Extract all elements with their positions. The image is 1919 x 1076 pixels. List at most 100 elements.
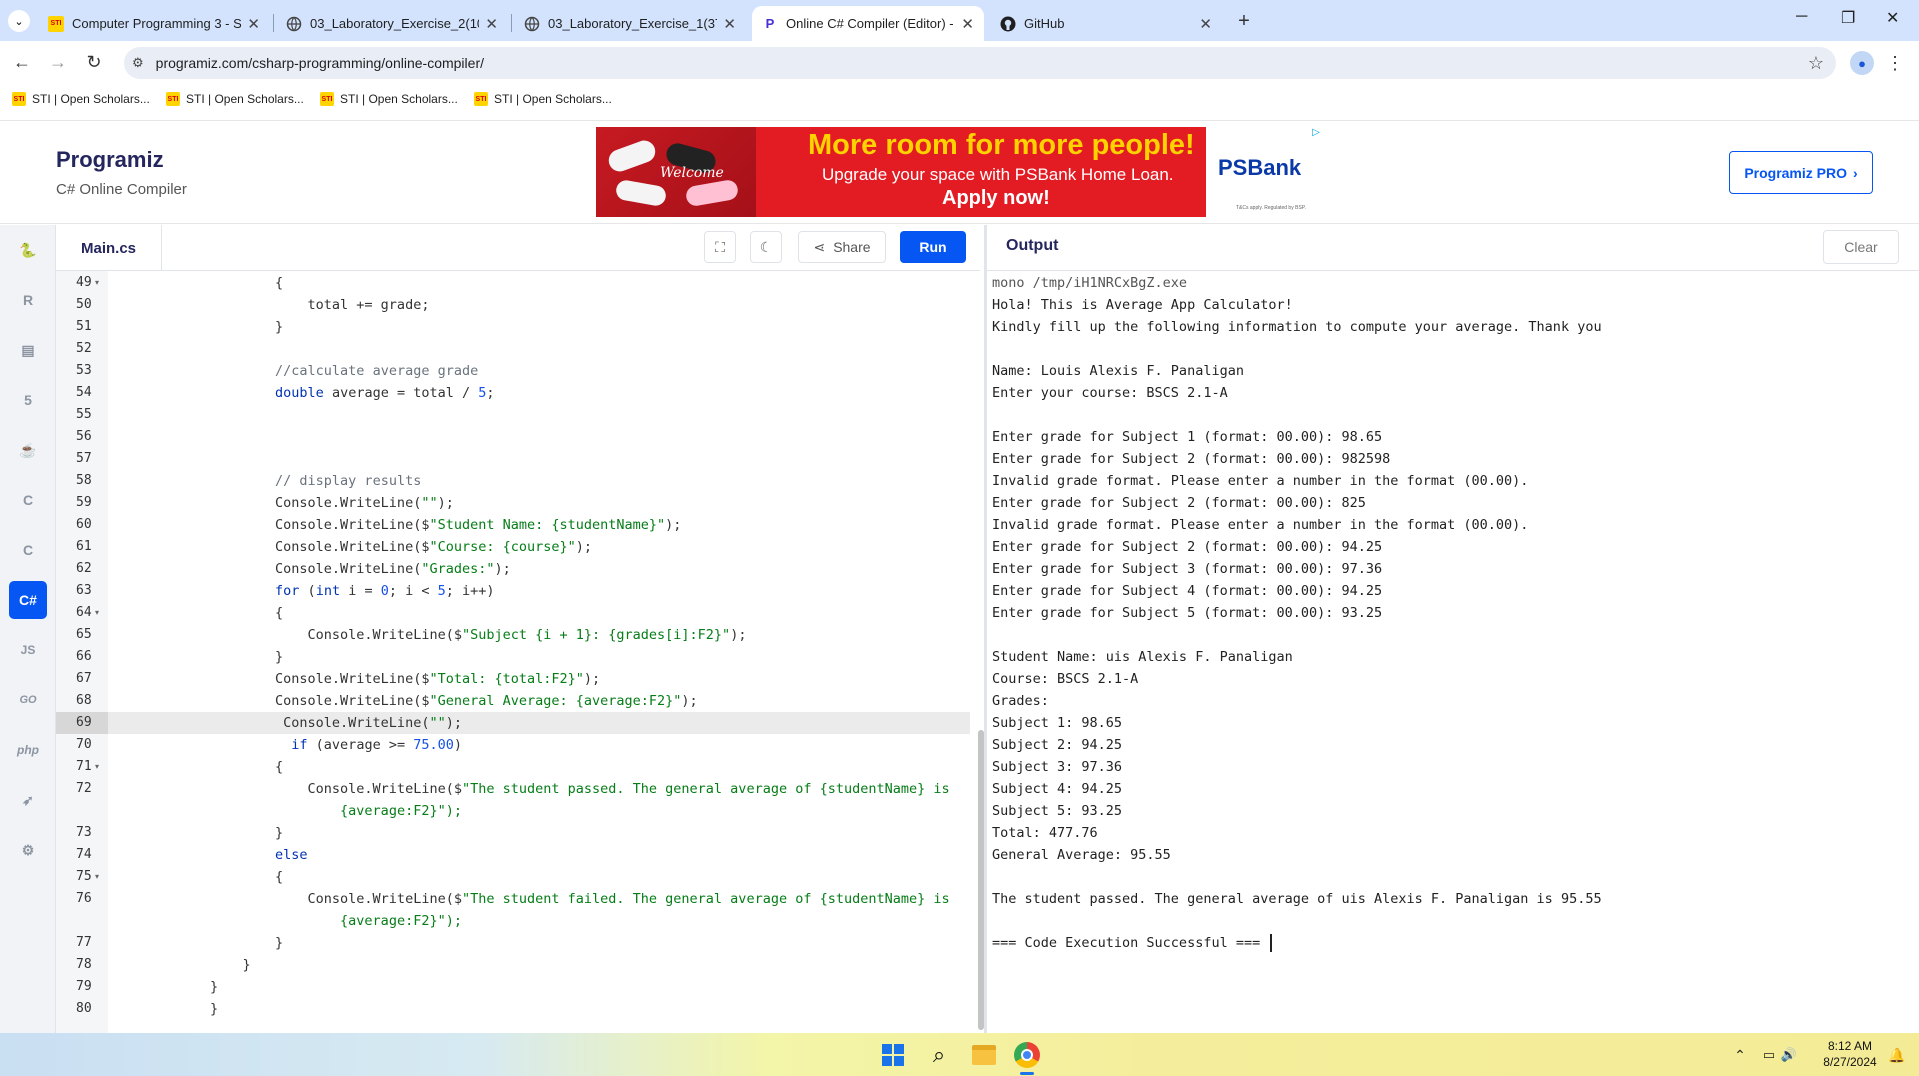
show-hidden-icons-chevron[interactable]: ⌃ [1732, 1045, 1748, 1065]
tab-search-button[interactable]: ⌄ [8, 10, 30, 32]
close-tab-icon[interactable]: ✕ [961, 15, 974, 33]
tab-title: 03_Laboratory_Exercise_1(37).p [548, 16, 717, 31]
fold-arrow-icon[interactable]: ▾ [95, 872, 99, 881]
go-lang-icon[interactable]: GO [9, 681, 47, 719]
code-line[interactable]: Console.WriteLine("Grades:"); [210, 558, 511, 580]
java-icon[interactable]: ☕ [9, 431, 47, 469]
fold-arrow-icon[interactable]: ▾ [95, 762, 99, 771]
new-tab-button[interactable]: + [1232, 9, 1256, 33]
code-line[interactable]: double average = total / 5; [210, 382, 495, 404]
search-icon[interactable]: ⌕ [926, 1042, 952, 1067]
code-line[interactable]: Console.WriteLine($"Subject {i + 1}: {gr… [210, 624, 747, 646]
url-bar[interactable]: ⚙ programiz.com/csharp-programming/onlin… [124, 47, 1836, 79]
browser-tab[interactable]: GitHub ✕ [990, 6, 1222, 41]
swift-icon[interactable]: ➶ [9, 781, 47, 819]
bookmark-item[interactable]: STI STI | Open Scholars... [474, 83, 612, 115]
dark-mode-toggle[interactable]: ☾ [750, 231, 782, 263]
python-icon[interactable]: 🐍 [9, 231, 47, 269]
close-tab-icon[interactable]: ✕ [485, 15, 498, 33]
programiz-logo[interactable]: Programiz [56, 147, 164, 173]
code-line[interactable]: {average:F2}"); [210, 910, 462, 932]
file-tab-main[interactable]: Main.cs [56, 225, 162, 271]
code-line[interactable]: { [210, 602, 283, 624]
code-line[interactable]: { [210, 866, 283, 888]
browser-tab[interactable]: 03_Laboratory_Exercise_1(37).p ✕ [514, 6, 746, 41]
minimize-icon[interactable]: ─ [1796, 8, 1807, 26]
code-line[interactable]: } [210, 976, 218, 998]
line-number: 71 [76, 759, 92, 774]
c-lang-icon[interactable]: C [9, 481, 47, 519]
browser-tab-active[interactable]: P Online C# Compiler (Editor) - P ✕ [752, 6, 984, 41]
close-tab-icon[interactable]: ✕ [247, 15, 260, 33]
reload-icon[interactable]: ↻ [82, 51, 106, 73]
ad-subline: Upgrade your space with PSBank Home Loan… [822, 165, 1174, 184]
cpp-lang-icon[interactable]: C [9, 531, 47, 569]
code-line[interactable]: } [210, 954, 251, 976]
code-line[interactable]: Console.WriteLine($"The student passed. … [210, 778, 950, 800]
close-tab-icon[interactable]: ✕ [1199, 15, 1212, 33]
restore-icon[interactable]: ❐ [1841, 8, 1855, 28]
browser-tab[interactable]: 03_Laboratory_Exercise_2(10).p ✕ [276, 6, 508, 41]
advertisement-banner[interactable]: Welcome More room for more people! Upgra… [596, 127, 1324, 217]
notification-bell-icon[interactable]: 🔔 [1888, 1045, 1906, 1065]
code-line[interactable]: Console.WriteLine($"Course: {course}"); [210, 536, 592, 558]
close-tab-icon[interactable]: ✕ [723, 15, 736, 33]
fold-arrow-icon[interactable]: ▾ [95, 608, 99, 617]
network-icon[interactable]: ▭ [1760, 1045, 1778, 1065]
code-line[interactable]: total += grade; [210, 294, 430, 316]
code-line[interactable]: Console.WriteLine($"The student failed. … [210, 888, 950, 910]
rust-icon[interactable]: ⚙ [9, 831, 47, 869]
ad-choices-icon[interactable]: ▷ [1308, 127, 1324, 141]
code-line[interactable]: } [210, 998, 218, 1020]
file-explorer-icon[interactable] [972, 1045, 996, 1065]
bookmark-item[interactable]: STI STI | Open Scholars... [12, 83, 150, 115]
panel-splitter[interactable] [984, 225, 987, 1033]
run-button[interactable]: Run [900, 231, 966, 263]
code-line[interactable]: } [210, 932, 283, 954]
sql-database-icon[interactable]: ▤ [9, 331, 47, 369]
r-lang-icon[interactable]: R [9, 281, 47, 319]
code-line[interactable]: //calculate average grade [210, 360, 478, 382]
code-line[interactable]: } [210, 646, 283, 668]
volume-icon[interactable]: 🔊 [1780, 1045, 1798, 1065]
html5-icon[interactable]: 5 [9, 381, 47, 419]
code-line[interactable]: Console.WriteLine(""); [210, 492, 454, 514]
fullscreen-button[interactable]: ⛶ [704, 231, 736, 263]
site-settings-icon[interactable]: ⚙ [132, 55, 144, 71]
line-number: 80 [76, 1001, 92, 1016]
close-window-icon[interactable]: ✕ [1886, 8, 1899, 28]
programiz-pro-button[interactable]: Programiz PRO › [1729, 151, 1873, 194]
profile-avatar[interactable]: ● [1850, 51, 1874, 75]
clear-button[interactable]: Clear [1823, 230, 1899, 264]
javascript-icon[interactable]: JS [9, 631, 47, 669]
code-line[interactable]: Console.WriteLine(""); [210, 712, 462, 734]
bookmark-item[interactable]: STI STI | Open Scholars... [320, 83, 458, 115]
code-line[interactable]: if (average >= 75.00) [210, 734, 462, 756]
forward-icon[interactable]: → [46, 51, 70, 73]
clock[interactable]: 8:12 AM 8/27/2024 [1810, 1038, 1890, 1070]
bookmark-star-icon[interactable]: ☆ [1808, 53, 1824, 74]
output-line: Enter grade for Subject 2 (format: 00.00… [992, 495, 1366, 511]
back-icon[interactable]: ← [10, 51, 34, 73]
browser-menu-icon[interactable]: ⋮ [1885, 51, 1905, 75]
code-line[interactable]: {average:F2}"); [210, 800, 462, 822]
code-line[interactable]: Console.WriteLine($"Total: {total:F2}"); [210, 668, 600, 690]
code-line[interactable]: Console.WriteLine($"Student Name: {stude… [210, 514, 681, 536]
code-line[interactable]: Console.WriteLine($"General Average: {av… [210, 690, 698, 712]
php-icon[interactable]: php [9, 731, 47, 769]
browser-tab[interactable]: STI Computer Programming 3 - SY ✕ [38, 6, 270, 41]
windows-start-icon[interactable] [882, 1044, 904, 1066]
csharp-lang-icon[interactable]: C# [9, 581, 47, 619]
code-line[interactable]: } [210, 822, 283, 844]
code-line[interactable]: { [210, 756, 283, 778]
code-line[interactable]: else [210, 844, 308, 866]
sti-icon: STI [166, 92, 180, 106]
code-line[interactable]: } [210, 316, 283, 338]
share-button[interactable]: ⋖ Share [798, 231, 886, 263]
code-line[interactable]: for (int i = 0; i < 5; i++) [210, 580, 495, 602]
code-line[interactable]: { [210, 272, 283, 294]
bookmark-item[interactable]: STI STI | Open Scholars... [166, 83, 304, 115]
fold-arrow-icon[interactable]: ▾ [95, 278, 99, 287]
chrome-icon[interactable] [1014, 1042, 1040, 1068]
code-line[interactable]: // display results [210, 470, 421, 492]
